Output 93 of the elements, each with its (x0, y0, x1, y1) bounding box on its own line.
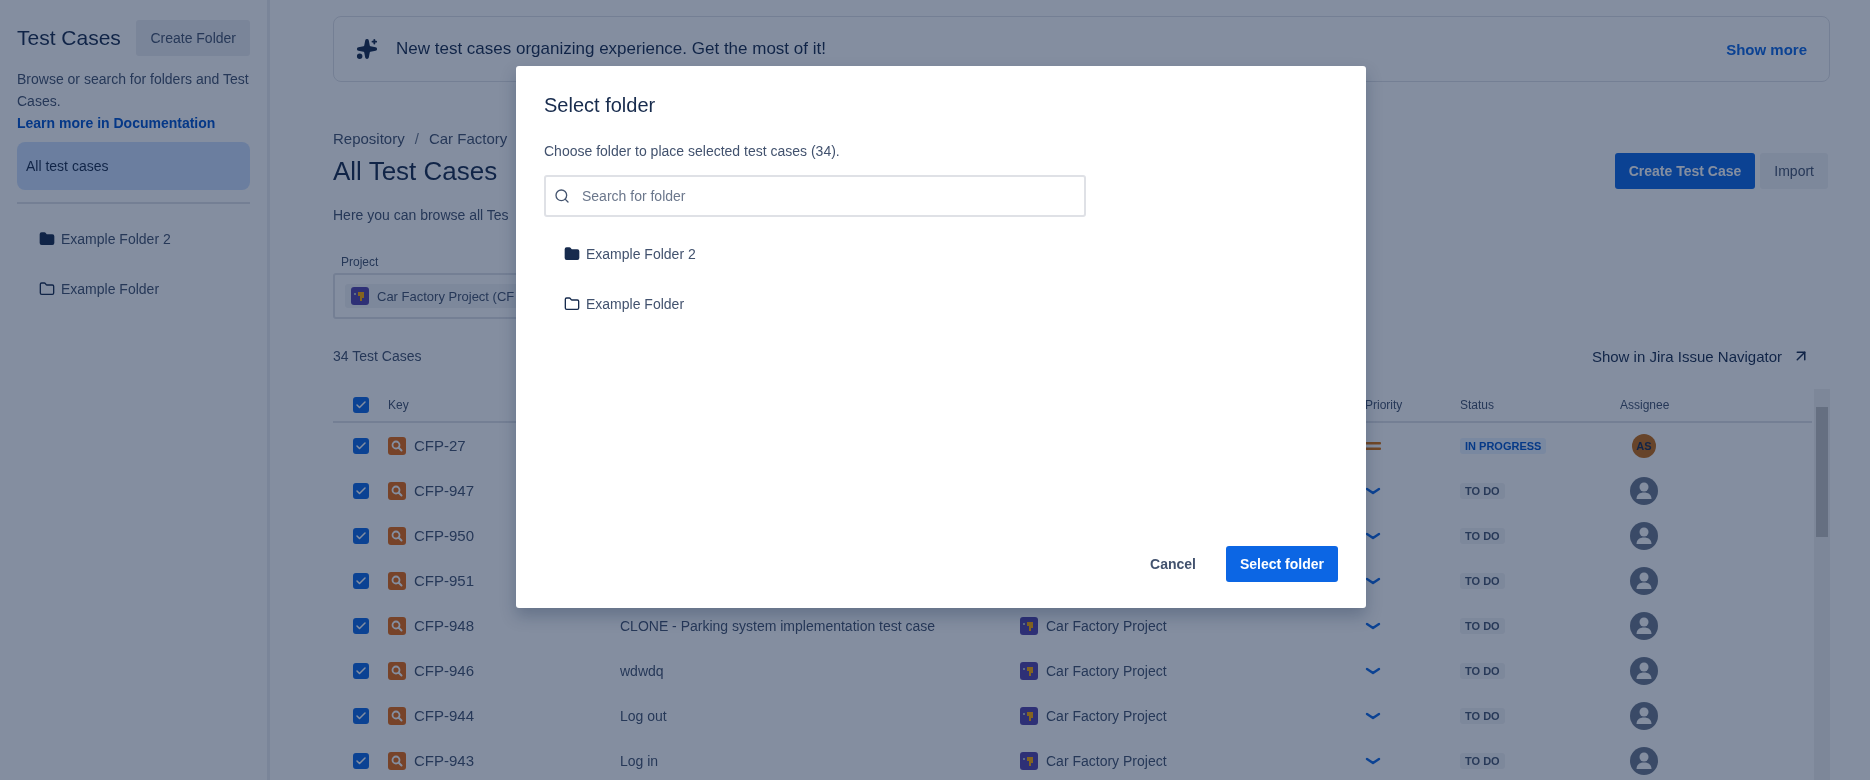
check-icon (355, 709, 367, 722)
check-icon (355, 399, 367, 411)
test-case-icon (388, 616, 406, 635)
import-button[interactable]: Import (1760, 153, 1828, 189)
status-lozenge: TO DO (1460, 482, 1505, 499)
test-case-key[interactable]: CFP-948 (414, 617, 475, 634)
breadcrumb-link[interactable]: Repository (333, 130, 405, 147)
project-cell: Car Factory Project (1046, 752, 1167, 769)
test-case-key[interactable]: CFP-944 (414, 707, 475, 724)
summary-cell: Log out (620, 707, 667, 724)
project-icon (1020, 661, 1038, 680)
row-checkbox[interactable] (353, 707, 369, 724)
avatar: AS (1632, 433, 1656, 458)
check-icon (355, 484, 367, 497)
check-icon (355, 664, 367, 677)
project-cell: Car Factory Project (1046, 617, 1167, 634)
search-field[interactable]: Search for folder (544, 175, 1086, 217)
test-case-icon (388, 481, 406, 500)
status-lozenge: TO DO (1460, 527, 1505, 544)
project-cell: Car Factory Project (1046, 707, 1167, 724)
test-case-icon (388, 571, 406, 590)
status-lozenge: IN PROGRESS (1460, 437, 1547, 454)
folder-icon (564, 296, 580, 312)
folder-item[interactable]: Example Folder (586, 296, 685, 312)
check-icon (355, 529, 367, 542)
row-checkbox[interactable] (353, 752, 369, 769)
test-case-icon (388, 706, 406, 725)
row-checkbox[interactable] (353, 482, 369, 499)
folder-icon (39, 281, 55, 297)
test-case-icon (388, 751, 406, 770)
status-lozenge: TO DO (1460, 617, 1505, 634)
status-lozenge: TO DO (1460, 662, 1505, 679)
banner-text: New test cases organizing experience. Get the most of it! (396, 39, 827, 59)
test-case-key[interactable]: CFP-943 (414, 752, 475, 769)
dialog-description: Choose folder to place selected test cases (34). (544, 143, 841, 159)
check-icon (355, 754, 367, 767)
row-checkbox[interactable] (353, 572, 369, 589)
project-icon (351, 287, 369, 305)
test-case-key[interactable]: CFP-27 (414, 437, 466, 454)
select-folder-button[interactable]: Select folder (1225, 546, 1338, 582)
status-lozenge: TO DO (1460, 707, 1505, 724)
project-icon (1020, 616, 1038, 635)
summary-cell: Log in (620, 752, 659, 769)
search-icon (554, 188, 570, 204)
folder-item[interactable]: Example Folder 2 (61, 231, 171, 247)
project-icon (1020, 706, 1038, 725)
page-title: All Test Cases (333, 155, 498, 187)
summary-cell: CLONE - Parking system implementation test case (620, 617, 936, 634)
test-case-key[interactable]: CFP-951 (414, 572, 475, 589)
sparkles-icon (356, 38, 378, 60)
cancel-button[interactable]: Cancel (1136, 546, 1210, 582)
show-more-link[interactable]: Show more (1726, 40, 1807, 58)
create-folder-button[interactable]: Create Folder (136, 20, 250, 56)
folder-item[interactable]: Example Folder (61, 281, 160, 297)
scrollbar[interactable] (1814, 389, 1830, 780)
test-case-icon (388, 436, 406, 455)
folder-icon (564, 246, 580, 262)
page-description: Here you can browse all Tes (333, 207, 510, 223)
sidebar-description: Browse or search for folders and Test Cases. (17, 70, 250, 111)
project-cell: Car Factory Project (1046, 662, 1167, 679)
column-header: Status (1460, 398, 1496, 412)
row-checkbox[interactable] (353, 527, 369, 544)
test-case-key[interactable]: CFP-950 (414, 527, 475, 544)
column-header: Key (388, 398, 410, 412)
sidebar-title: Test Cases (17, 26, 121, 50)
project-icon (1020, 751, 1038, 770)
project-chip-text: Car Factory Project (CF (377, 288, 515, 304)
dialog-title: Select folder (544, 94, 657, 117)
test-case-icon (388, 661, 406, 680)
test-case-key[interactable]: CFP-946 (414, 662, 475, 679)
row-checkbox[interactable] (353, 662, 369, 679)
issue-navigator-link[interactable]: Show in Jira Issue Navigator (1591, 347, 1810, 365)
row-checkbox[interactable] (353, 437, 369, 454)
check-icon (355, 439, 367, 452)
summary-cell: wdwdq (620, 662, 664, 679)
test-case-icon (388, 526, 406, 545)
documentation-link[interactable]: Learn more in Documentation (17, 112, 250, 134)
test-case-count: 34 Test Cases (333, 348, 422, 364)
check-icon (355, 574, 367, 587)
status-lozenge: TO DO (1460, 572, 1505, 589)
breadcrumb-link[interactable]: Car Factory (428, 130, 508, 147)
test-case-key[interactable]: CFP-947 (414, 482, 475, 499)
sidebar-item[interactable]: All test cases (17, 142, 250, 190)
create-test-case-button[interactable]: Create Test Case (1614, 153, 1756, 189)
check-icon (355, 619, 367, 632)
status-lozenge: TO DO (1460, 752, 1505, 769)
folder-icon (39, 231, 55, 247)
breadcrumb-separator: / (414, 130, 419, 147)
column-header: Priority (1365, 398, 1404, 412)
column-header: Assignee (1620, 398, 1671, 412)
folder-item[interactable]: Example Folder 2 (586, 246, 696, 262)
select-all-checkbox[interactable] (353, 397, 369, 413)
row-checkbox[interactable] (353, 617, 369, 634)
